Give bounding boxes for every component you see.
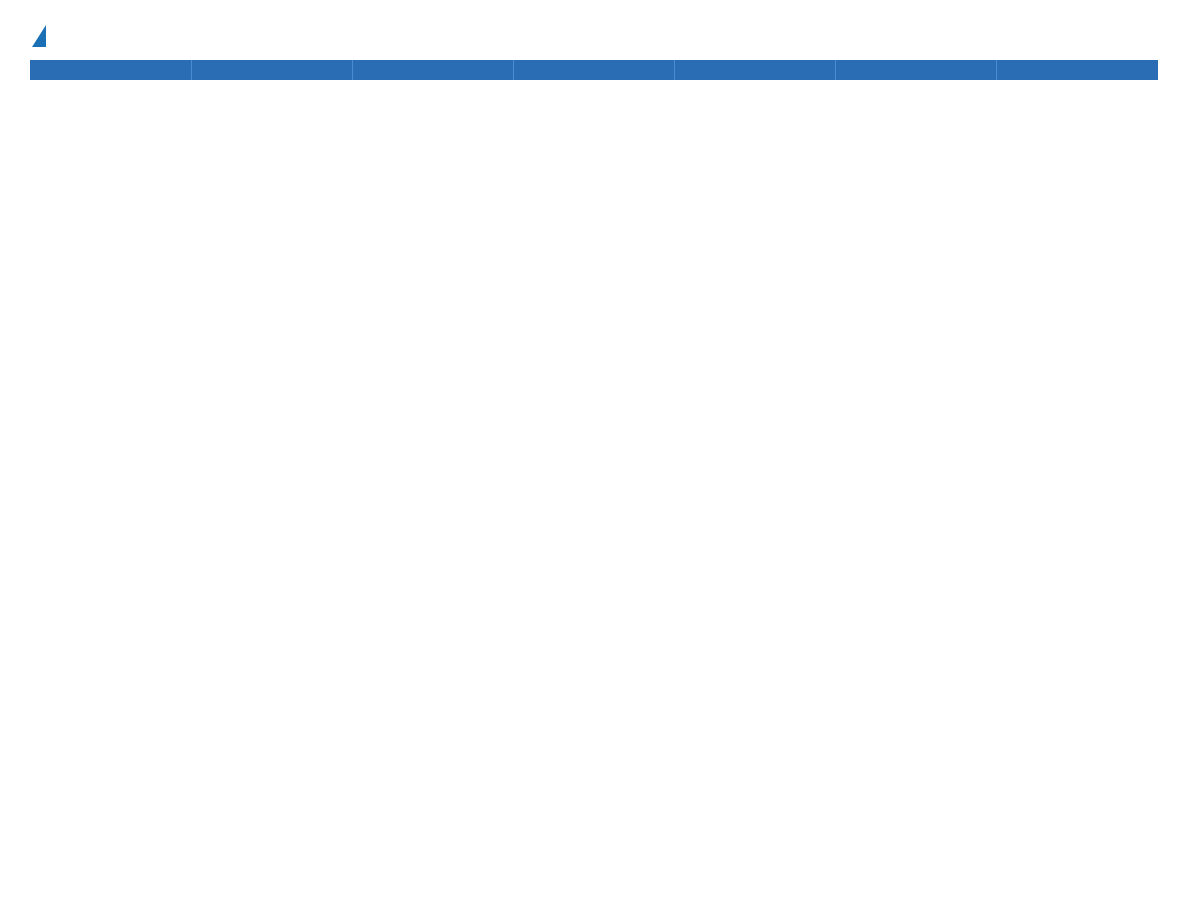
- col-wednesday: [513, 60, 674, 80]
- logo-triangle-icon: [32, 25, 46, 47]
- col-tuesday: [352, 60, 513, 80]
- col-saturday: [997, 60, 1158, 80]
- col-monday: [191, 60, 352, 80]
- col-friday: [836, 60, 997, 80]
- header-row: [30, 60, 1158, 80]
- page-header: [30, 20, 1158, 44]
- col-sunday: [30, 60, 191, 80]
- logo: [30, 20, 48, 44]
- calendar-table: [30, 60, 1158, 80]
- col-thursday: [675, 60, 836, 80]
